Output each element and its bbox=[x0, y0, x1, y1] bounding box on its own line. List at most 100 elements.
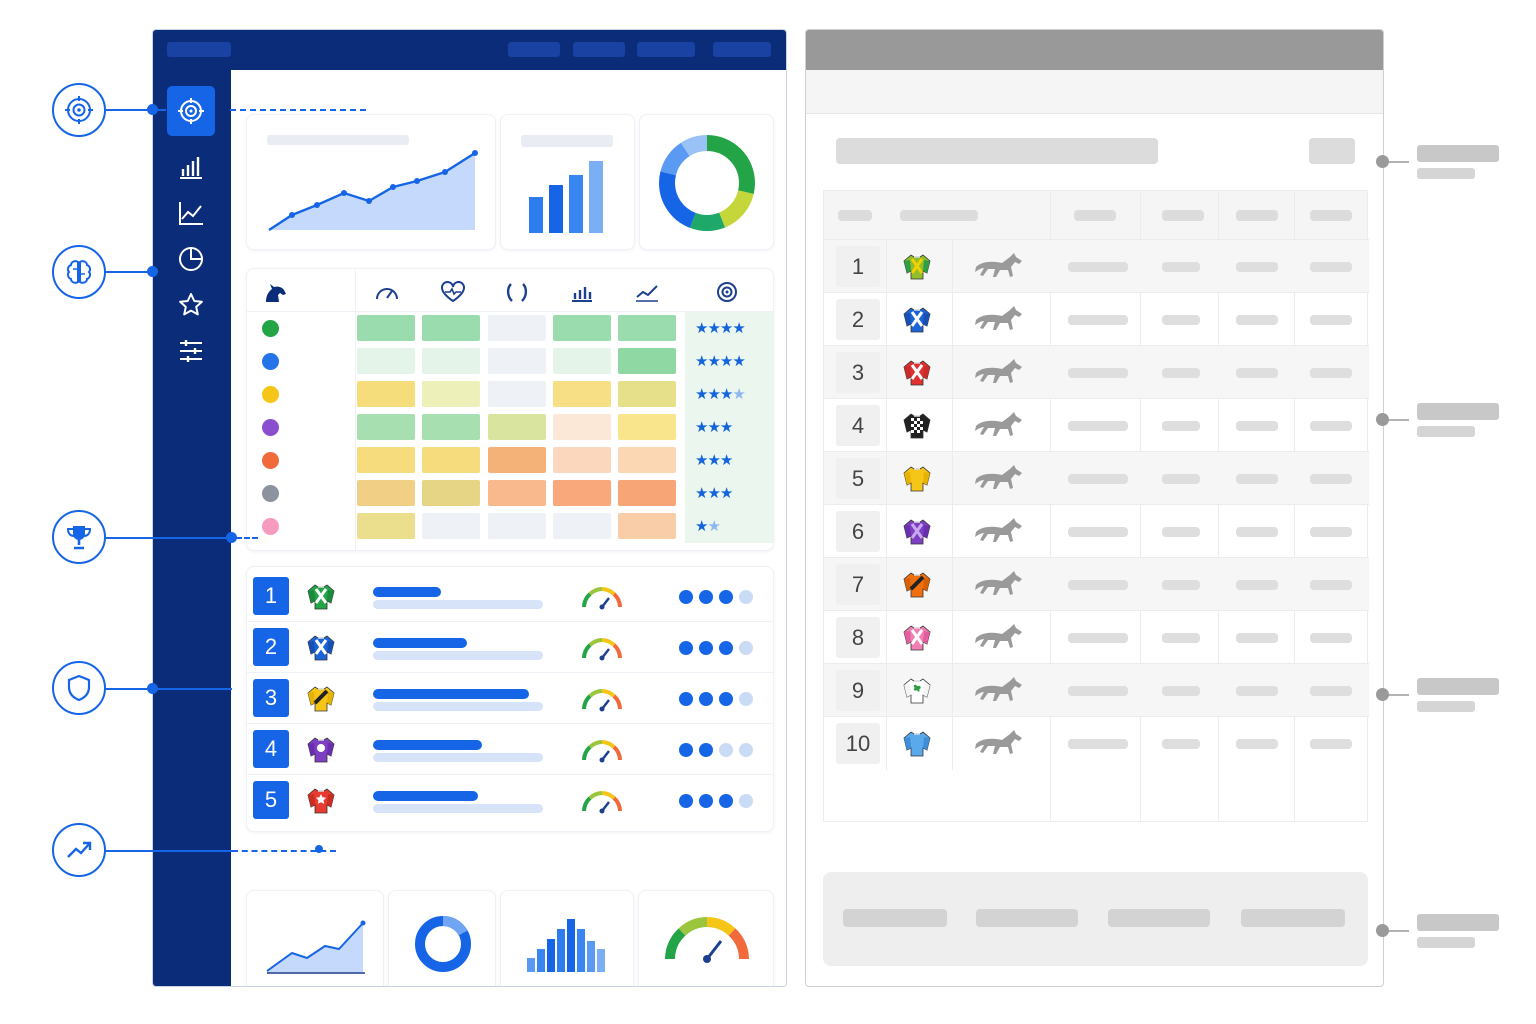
table-row[interactable]: 9 bbox=[824, 663, 1369, 717]
gauge-card[interactable] bbox=[638, 890, 774, 986]
matrix-cell[interactable] bbox=[618, 513, 676, 539]
runner-number: 9 bbox=[836, 670, 880, 711]
table-row[interactable]: 10 bbox=[824, 716, 1369, 770]
matrix-cell[interactable] bbox=[553, 480, 611, 506]
progress-track bbox=[373, 651, 543, 660]
topbar-nav-item[interactable] bbox=[573, 42, 625, 57]
matrix-cell[interactable] bbox=[488, 480, 546, 506]
table-row[interactable]: 4 bbox=[824, 398, 1369, 452]
table-row[interactable]: 2 bbox=[824, 292, 1369, 346]
value-placeholder bbox=[1236, 262, 1278, 272]
matrix-cell[interactable] bbox=[618, 348, 676, 374]
matrix-cell[interactable] bbox=[618, 381, 676, 407]
horse-color-dot bbox=[262, 485, 279, 502]
topbar-nav-item[interactable] bbox=[637, 42, 695, 57]
sidebar-item-line-chart[interactable] bbox=[167, 194, 215, 232]
value-placeholder bbox=[1310, 580, 1352, 590]
footer-button[interactable] bbox=[976, 909, 1078, 927]
matrix-cell[interactable] bbox=[357, 315, 415, 341]
cell-divider bbox=[952, 664, 953, 717]
speedometer-icon bbox=[376, 288, 398, 300]
footer-button[interactable] bbox=[1108, 909, 1210, 927]
value-placeholder bbox=[1310, 368, 1352, 378]
mini-line-chart-card[interactable] bbox=[246, 890, 384, 986]
matrix-cell[interactable] bbox=[488, 348, 546, 374]
jockey-silk-icon bbox=[900, 674, 934, 706]
footer-button[interactable] bbox=[1241, 909, 1345, 927]
sidebar-item-pie-chart[interactable] bbox=[167, 240, 215, 278]
table-row[interactable]: 6 bbox=[824, 504, 1369, 558]
donut-chart bbox=[659, 135, 755, 231]
matrix-cell[interactable] bbox=[357, 513, 415, 539]
col-stats[interactable] bbox=[562, 279, 602, 305]
rating-dot bbox=[739, 692, 753, 706]
table-row[interactable]: 5 bbox=[824, 451, 1369, 505]
trend-chart-card[interactable] bbox=[246, 114, 496, 250]
matrix-cell[interactable] bbox=[357, 348, 415, 374]
table-header bbox=[824, 191, 1367, 239]
sidebar-item-target[interactable] bbox=[167, 86, 215, 136]
cell-divider bbox=[886, 558, 887, 611]
matrix-cell[interactable] bbox=[422, 447, 480, 473]
table-row[interactable]: 3 bbox=[824, 345, 1369, 399]
histogram-card[interactable] bbox=[500, 890, 634, 986]
matrix-cell[interactable] bbox=[488, 414, 546, 440]
matrix-cell[interactable] bbox=[488, 381, 546, 407]
matrix-cell[interactable] bbox=[422, 315, 480, 341]
progress-bar bbox=[373, 791, 478, 801]
value-placeholder bbox=[1068, 580, 1128, 590]
matrix-cell[interactable] bbox=[488, 447, 546, 473]
wireframe-action-button[interactable] bbox=[1309, 138, 1355, 164]
horse-color-dot bbox=[262, 518, 279, 535]
matrix-cell[interactable] bbox=[618, 414, 676, 440]
matrix-cell[interactable] bbox=[357, 414, 415, 440]
topbar-nav-item[interactable] bbox=[713, 42, 771, 57]
col-target[interactable] bbox=[707, 279, 747, 305]
matrix-cell[interactable] bbox=[488, 513, 546, 539]
rating-dots bbox=[679, 692, 753, 706]
col-speed[interactable] bbox=[367, 279, 407, 305]
table-row[interactable]: 1 bbox=[824, 239, 1369, 293]
donut-chart-card[interactable] bbox=[639, 114, 774, 250]
horse-icon bbox=[970, 302, 1028, 336]
chart-point bbox=[414, 178, 420, 184]
col-shoe[interactable] bbox=[497, 279, 537, 305]
matrix-cell[interactable] bbox=[422, 480, 480, 506]
matrix-cell[interactable] bbox=[553, 315, 611, 341]
matrix-cell[interactable] bbox=[422, 513, 480, 539]
col-health[interactable] bbox=[433, 279, 473, 305]
matrix-cell[interactable] bbox=[553, 447, 611, 473]
bar-chart-card[interactable] bbox=[500, 114, 635, 250]
annotation-subtitle-placeholder bbox=[1417, 168, 1475, 179]
cell-divider bbox=[886, 399, 887, 452]
col-trend[interactable] bbox=[627, 279, 667, 305]
matrix-cell[interactable] bbox=[357, 381, 415, 407]
rating-dot bbox=[739, 641, 753, 655]
star-rating: ★ ★ bbox=[695, 517, 721, 535]
matrix-cell[interactable] bbox=[422, 381, 480, 407]
matrix-cell[interactable] bbox=[422, 414, 480, 440]
cell-divider bbox=[886, 346, 887, 399]
table-row[interactable]: 8 bbox=[824, 610, 1369, 664]
mini-ring-card[interactable] bbox=[388, 890, 496, 986]
matrix-cell[interactable] bbox=[618, 447, 676, 473]
matrix-cell[interactable] bbox=[618, 480, 676, 506]
matrix-cell[interactable] bbox=[553, 381, 611, 407]
sidebar-item-bar-chart[interactable] bbox=[167, 148, 215, 186]
matrix-cell[interactable] bbox=[357, 480, 415, 506]
table-row[interactable]: 7 bbox=[824, 557, 1369, 611]
sidebar-item-settings[interactable] bbox=[167, 332, 215, 370]
sidebar-item-favorites[interactable] bbox=[167, 286, 215, 324]
topbar-nav-item[interactable] bbox=[508, 42, 560, 57]
matrix-cell[interactable] bbox=[422, 348, 480, 374]
matrix-cell[interactable] bbox=[553, 414, 611, 440]
matrix-cell[interactable] bbox=[553, 513, 611, 539]
matrix-cell[interactable] bbox=[553, 348, 611, 374]
matrix-cell[interactable] bbox=[618, 315, 676, 341]
runner-number: 7 bbox=[836, 564, 880, 605]
matrix-cell[interactable] bbox=[357, 447, 415, 473]
gauge-icon bbox=[579, 581, 625, 611]
footer-button[interactable] bbox=[843, 909, 947, 927]
col-horse[interactable] bbox=[255, 279, 295, 305]
matrix-cell[interactable] bbox=[488, 315, 546, 341]
